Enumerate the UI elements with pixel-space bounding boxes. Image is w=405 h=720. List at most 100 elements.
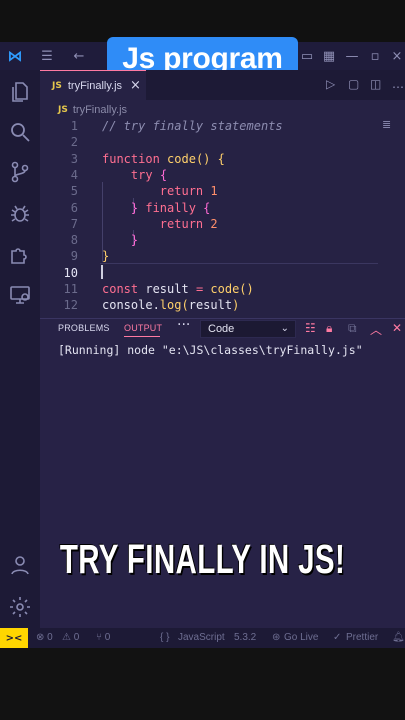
more-actions-icon[interactable]: … — [392, 77, 404, 91]
line-number: 9 — [70, 249, 78, 264]
copy-icon[interactable]: ⧉ — [348, 321, 357, 336]
code-line[interactable]: 6 } finally { — [40, 200, 405, 216]
tab-label: tryFinally.js — [67, 79, 123, 92]
prettier-button[interactable]: Prettier — [346, 632, 378, 643]
chevron-up-icon[interactable]: ︿ — [370, 321, 382, 338]
current-line-highlight — [100, 263, 378, 264]
editor-tabs: JS tryFinally.js × ▷ ▢ ◫ … — [40, 70, 405, 100]
code-token: function — [102, 151, 168, 166]
code-line[interactable]: 4 try { — [40, 167, 405, 183]
line-number: 3 — [70, 151, 78, 166]
line-number: 12 — [63, 298, 78, 313]
code-token: { — [203, 200, 211, 215]
code-token: code — [210, 282, 240, 296]
active-tab-indicator — [124, 336, 160, 337]
language-mode[interactable]: JavaScript — [178, 632, 225, 643]
code-line[interactable]: 1 // try finally statements — [40, 118, 405, 134]
debug-icon[interactable] — [8, 202, 32, 226]
chevron-down-icon: ⌄ — [280, 323, 289, 334]
code-line[interactable]: 5 return 1 — [40, 183, 405, 199]
code-token: code — [167, 151, 196, 166]
code-token: finally — [145, 200, 204, 215]
line-number: 10 — [63, 265, 78, 280]
go-live-button[interactable]: Go Live — [284, 632, 318, 643]
bell-icon[interactable]: 🔔︎ — [392, 632, 405, 643]
code-text: console.log(result) — [102, 297, 239, 313]
remote-indicator[interactable]: >< — [0, 628, 28, 648]
code-token: log — [159, 298, 182, 313]
layout-grid-icon[interactable]: ▦ — [320, 47, 338, 65]
vscode-icon: ⋈ — [7, 47, 23, 65]
code-text: // try finally statements — [102, 118, 283, 134]
code-token: result — [145, 282, 196, 296]
code-token: { — [159, 167, 168, 182]
remote-explorer-icon[interactable] — [8, 283, 32, 307]
close-icon[interactable]: ✕ — [392, 321, 402, 335]
back-arrow-icon[interactable]: ← — [70, 47, 88, 65]
extensions-icon[interactable] — [8, 242, 32, 266]
code-token: return — [159, 216, 211, 231]
video-bottom-bar — [0, 648, 405, 720]
code-token: } — [130, 200, 146, 215]
tab-output[interactable]: OUTPUT — [124, 323, 162, 333]
code-line[interactable]: 11 const result = code() — [40, 281, 405, 297]
tab-problems[interactable]: PROBLEMS — [58, 323, 110, 333]
code-text: function code() { — [102, 151, 225, 167]
menu-icon[interactable]: ☰ — [38, 47, 56, 65]
code-token: const — [102, 282, 146, 296]
code-line[interactable]: 12 console.log(result) — [40, 297, 405, 313]
line-number: 1 — [70, 119, 78, 133]
code-line[interactable]: 2 — [40, 134, 405, 150]
lock-icon[interactable]: 🔒︎ — [326, 321, 332, 336]
ts-version[interactable]: 5.3.2 — [234, 632, 256, 643]
js-file-icon: JS — [52, 80, 62, 91]
code-token: result — [188, 298, 233, 313]
broadcast-icon: ⊛ — [272, 632, 281, 643]
output-channel-select[interactable]: Code ⌄ — [200, 320, 296, 338]
code-text: } — [102, 248, 109, 264]
panel-more-icon[interactable]: ··· — [177, 317, 190, 333]
run-icon[interactable]: ▷ — [326, 77, 335, 91]
close-icon[interactable]: × — [130, 78, 141, 93]
compare-icon[interactable]: ◫ — [370, 77, 381, 91]
source-control-icon[interactable] — [8, 160, 32, 184]
layout-icon[interactable]: ▭ — [298, 47, 316, 65]
code-token: = — [195, 282, 211, 296]
split-icon[interactable]: ▢ — [348, 77, 359, 91]
code-line[interactable]: 10 — [40, 265, 405, 281]
code-line[interactable]: 3 function code() { — [40, 151, 405, 167]
settings-icon[interactable] — [8, 595, 32, 619]
explorer-icon[interactable] — [8, 80, 32, 104]
breadcrumb-file[interactable]: tryFinally.js — [73, 104, 127, 116]
code-line[interactable]: 9} — [40, 248, 405, 264]
warnings-count[interactable]: ⚠ 0 — [62, 632, 79, 643]
line-number: 6 — [70, 200, 78, 215]
breadcrumb: JS tryFinally.js — [58, 102, 127, 118]
errors-count[interactable]: ⊗ 0 — [36, 632, 53, 643]
code-line[interactable]: 7 return 2 — [40, 216, 405, 232]
code-text: return 1 — [102, 183, 218, 199]
code-token: // try finally statements — [102, 119, 283, 133]
braces-icon[interactable]: { } — [160, 632, 169, 643]
code-text: try { — [102, 167, 167, 183]
tab-tryfinally[interactable]: JS tryFinally.js × — [40, 70, 146, 100]
code-text: const result = code() — [102, 281, 254, 297]
js-file-icon: JS — [58, 105, 68, 115]
code-token: () { — [195, 151, 225, 166]
window-close-icon[interactable]: × — [388, 47, 405, 65]
account-icon[interactable] — [8, 553, 32, 577]
maximize-icon[interactable]: ▫ — [366, 47, 384, 65]
search-icon[interactable] — [8, 120, 32, 144]
ports-count[interactable]: ⑂ 0 — [96, 632, 110, 643]
code-token: return — [159, 184, 211, 199]
code-text: } — [102, 232, 138, 248]
minimize-icon[interactable]: — — [343, 47, 361, 65]
output-channel-value: Code — [208, 323, 235, 335]
code-line[interactable]: 8 } — [40, 232, 405, 248]
code-token: console. — [102, 298, 160, 313]
clear-output-icon[interactable]: ☷ — [305, 321, 316, 335]
code-token: } — [130, 233, 139, 248]
status-bar: >< ⊗ 0 ⚠ 0 ⑂ 0 { } JavaScript 5.3.2 ⊛ Go… — [0, 628, 405, 648]
